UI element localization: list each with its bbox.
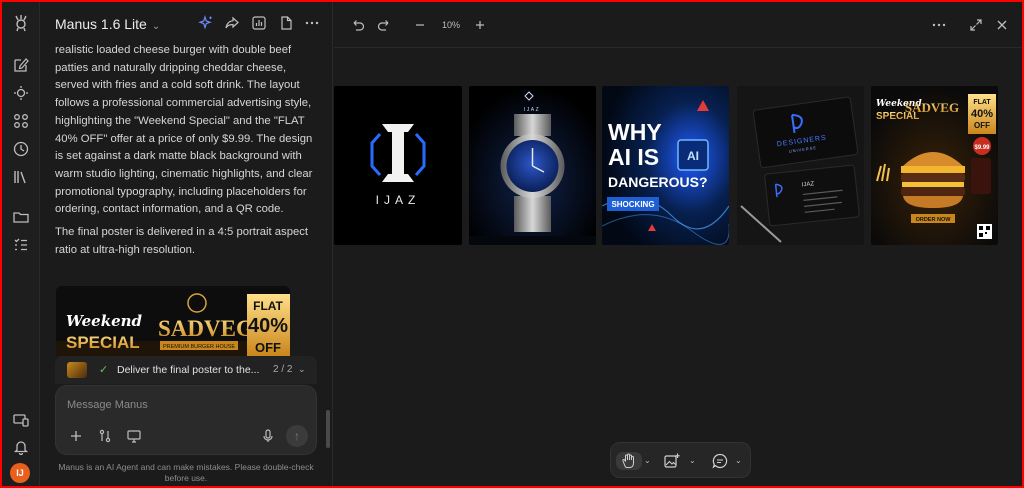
redo-icon[interactable]	[376, 17, 392, 33]
undo-icon[interactable]	[350, 17, 366, 33]
image-gallery: IJAZ IJAZ AI WHY AI IS DANGEROUS? SHOCKI…	[334, 86, 1022, 245]
gallery-card-burger[interactable]: Weekend SPECIAL SADVEG FLAT 40% OFF $9.9…	[871, 86, 998, 245]
gallery-card-logo[interactable]: IJAZ	[334, 86, 462, 245]
logo-text: IJAZ	[376, 193, 421, 207]
ai-badge-text: SHOCKING	[611, 200, 654, 209]
folder-icon[interactable]	[12, 208, 30, 226]
zoom-out-icon[interactable]	[412, 17, 428, 33]
chevron-down-icon[interactable]: ⌄	[689, 456, 696, 465]
poster-percent-text: 40%	[248, 315, 288, 337]
image-insert-icon[interactable]	[663, 452, 681, 470]
burger-order-text: ORDER NOW	[916, 217, 952, 223]
poster-tagline-text: PREMIUM BURGER HOUSE	[163, 344, 235, 350]
gallery-card-watch[interactable]: IJAZ	[469, 86, 596, 245]
burger-percent-text: 40%	[971, 108, 993, 120]
canvas-toolbar: 10%	[334, 2, 1022, 48]
watch-brand-text: IJAZ	[524, 107, 540, 113]
more-icon[interactable]	[304, 15, 320, 31]
check-icon: ✓	[99, 364, 109, 376]
message-paragraph: realistic loaded cheese burger with doub…	[55, 44, 313, 216]
gallery-card-ai[interactable]: AI WHY AI IS DANGEROUS? SHOCKING	[602, 86, 729, 245]
history-icon[interactable]	[12, 140, 30, 158]
burger-price-text: $9.99	[974, 145, 990, 151]
app-window: IJ realistic loaded cheese burger with d…	[2, 2, 1022, 486]
poster-flat-text: FLAT	[253, 299, 283, 313]
message-composer: ↑	[55, 385, 317, 455]
logo-icon[interactable]	[12, 14, 30, 32]
tasks-icon[interactable]	[12, 236, 30, 254]
chevron-down-icon[interactable]: ⌄	[644, 456, 651, 465]
comment-icon[interactable]	[711, 452, 729, 470]
disclaimer-text: Manus is an AI Agent and can make mistak…	[58, 462, 314, 483]
apps-icon[interactable]	[12, 112, 30, 130]
burger-off-text: OFF	[974, 121, 990, 130]
file-icon[interactable]	[278, 15, 294, 31]
poster-special-text: SPECIAL	[66, 333, 140, 352]
canvas-bottom-toolbar: ⌄ ⌄ ⌄	[610, 442, 751, 478]
monitor-icon[interactable]	[126, 428, 142, 444]
model-name: Manus 1.6 Lite	[55, 16, 147, 32]
ai-line1-text: WHY	[608, 119, 662, 145]
icon-rail: IJ	[2, 2, 40, 486]
hand-tool-icon[interactable]	[616, 452, 642, 470]
task-thumbnail	[67, 362, 87, 378]
scrollbar-thumb[interactable]	[326, 410, 330, 448]
chevron-down-icon: ⌄	[151, 21, 161, 32]
assistant-message: realistic loaded cheese burger with doub…	[55, 42, 317, 259]
zoom-in-icon[interactable]	[472, 17, 488, 33]
chart-icon[interactable]	[251, 15, 267, 31]
share-icon[interactable]	[224, 15, 240, 31]
agent-icon[interactable]	[12, 84, 30, 102]
message-input[interactable]	[67, 397, 287, 413]
new-task-icon[interactable]	[12, 56, 30, 74]
more-icon[interactable]	[931, 17, 947, 33]
plus-icon[interactable]	[68, 428, 84, 444]
library-icon[interactable]	[12, 168, 30, 186]
bell-icon[interactable]	[12, 438, 30, 456]
message-paragraph: The final poster is delivered in a 4:5 p…	[55, 226, 309, 256]
burger-brand-text: SADVEG	[905, 100, 959, 115]
send-button[interactable]: ↑	[286, 425, 308, 447]
task-label: Deliver the final poster to the...	[117, 364, 260, 376]
microphone-icon[interactable]	[260, 428, 276, 444]
avatar[interactable]: IJ	[10, 463, 30, 483]
chevron-down-icon[interactable]: ⌄	[298, 364, 306, 375]
poster-off-text: OFF	[255, 340, 281, 355]
devices-icon[interactable]	[12, 411, 30, 429]
chevron-down-icon[interactable]: ⌄	[735, 456, 742, 465]
expand-icon[interactable]	[968, 17, 984, 33]
connectors-icon[interactable]	[97, 428, 113, 444]
zoom-level[interactable]: 10%	[442, 20, 460, 30]
burger-flat-text: FLAT	[973, 99, 991, 106]
close-icon[interactable]	[994, 17, 1010, 33]
poster-brand-text: SADVEG	[158, 316, 254, 341]
ai-line2-text: AI IS	[608, 144, 659, 170]
gallery-card-business[interactable]: DESIGNERS UNIVERSE IJAZ	[737, 86, 864, 245]
sparkle-icon[interactable]	[198, 15, 214, 31]
task-progress-bar[interactable]: ✓ Deliver the final poster to the... 2 /…	[55, 356, 317, 384]
poster-weekend-text: Weekend	[66, 312, 143, 330]
canvas-area: 10% IJAZ IJAZ AI WHY AI IS DANGEROUS? SH…	[334, 2, 1022, 486]
ai-line3-text: DANGEROUS?	[608, 174, 708, 190]
ai-chip-text: AI	[687, 149, 699, 163]
task-count: 2 / 2	[273, 364, 293, 375]
chat-header: Manus 1.6 Lite ⌄	[41, 2, 332, 44]
poster-preview[interactable]: Weekend SPECIAL SADVEG PREMIUM BURGER HO…	[56, 286, 290, 356]
chat-panel: realistic loaded cheese burger with doub…	[41, 2, 333, 486]
model-selector[interactable]: Manus 1.6 Lite ⌄	[55, 16, 160, 32]
